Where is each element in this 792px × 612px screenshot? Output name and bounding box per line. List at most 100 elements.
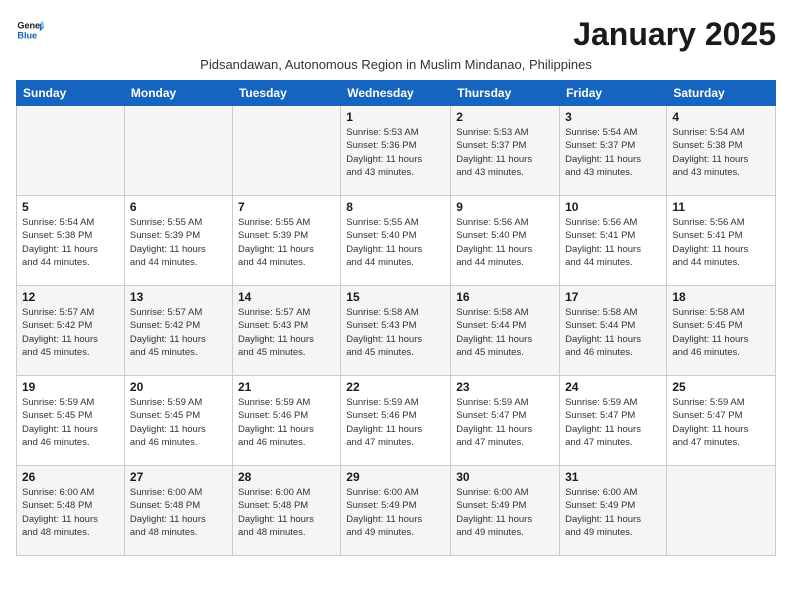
day-info: Sunrise: 6:00 AM Sunset: 5:48 PM Dayligh… [22,486,119,539]
day-number: 5 [22,200,119,214]
calendar-cell: 26 Sunrise: 6:00 AM Sunset: 5:48 PM Dayli… [17,466,125,556]
day-number: 25 [672,380,770,394]
day-number: 12 [22,290,119,304]
week-row-5: 26 Sunrise: 6:00 AM Sunset: 5:48 PM Dayli… [17,466,776,556]
svg-text:Blue: Blue [17,30,37,40]
day-number: 26 [22,470,119,484]
calendar-cell: 11 Sunrise: 5:56 AM Sunset: 5:41 PM Dayli… [667,196,776,286]
header-sunday: Sunday [17,81,125,106]
week-row-4: 19 Sunrise: 5:59 AM Sunset: 5:45 PM Dayli… [17,376,776,466]
header-saturday: Saturday [667,81,776,106]
day-number: 20 [130,380,227,394]
day-number: 13 [130,290,227,304]
day-number: 9 [456,200,554,214]
day-number: 29 [346,470,445,484]
day-number: 3 [565,110,661,124]
day-info: Sunrise: 6:00 AM Sunset: 5:49 PM Dayligh… [565,486,661,539]
day-number: 17 [565,290,661,304]
day-number: 2 [456,110,554,124]
calendar-cell: 22 Sunrise: 5:59 AM Sunset: 5:46 PM Dayli… [341,376,451,466]
day-info: Sunrise: 5:59 AM Sunset: 5:45 PM Dayligh… [22,396,119,449]
title-section: January 2025 [573,16,776,53]
day-info: Sunrise: 5:54 AM Sunset: 5:38 PM Dayligh… [672,126,770,179]
day-number: 22 [346,380,445,394]
page-header: General Blue January 2025 [16,16,776,53]
day-number: 18 [672,290,770,304]
calendar-cell: 12 Sunrise: 5:57 AM Sunset: 5:42 PM Dayli… [17,286,125,376]
calendar-cell: 23Sunrise: 5:59 AM Sunset: 5:47 PM Dayli… [451,376,560,466]
calendar-cell: 4 Sunrise: 5:54 AM Sunset: 5:38 PM Daylig… [667,106,776,196]
day-info: Sunrise: 6:00 AM Sunset: 5:48 PM Dayligh… [238,486,335,539]
calendar-cell: 10Sunrise: 5:56 AM Sunset: 5:41 PM Dayli… [560,196,667,286]
header-tuesday: Tuesday [232,81,340,106]
day-info: Sunrise: 5:55 AM Sunset: 5:39 PM Dayligh… [130,216,227,269]
day-number: 11 [672,200,770,214]
day-info: Sunrise: 5:58 AM Sunset: 5:44 PM Dayligh… [456,306,554,359]
day-number: 30 [456,470,554,484]
day-number: 7 [238,200,335,214]
day-info: Sunrise: 5:55 AM Sunset: 5:40 PM Dayligh… [346,216,445,269]
calendar-cell: 29Sunrise: 6:00 AM Sunset: 5:49 PM Dayli… [341,466,451,556]
calendar-cell: 6 Sunrise: 5:55 AM Sunset: 5:39 PM Daylig… [124,196,232,286]
day-info: Sunrise: 6:00 AM Sunset: 5:48 PM Dayligh… [130,486,227,539]
day-info: Sunrise: 6:00 AM Sunset: 5:49 PM Dayligh… [456,486,554,539]
calendar-title: January 2025 [573,16,776,53]
calendar-cell: 9 Sunrise: 5:56 AM Sunset: 5:40 PM Daylig… [451,196,560,286]
day-info: Sunrise: 5:58 AM Sunset: 5:45 PM Dayligh… [672,306,770,359]
header-monday: Monday [124,81,232,106]
day-number: 23 [456,380,554,394]
calendar-cell: 18 Sunrise: 5:58 AM Sunset: 5:45 PM Dayli… [667,286,776,376]
day-number: 6 [130,200,227,214]
day-number: 15 [346,290,445,304]
logo: General Blue [16,16,44,44]
calendar-cell: 25Sunrise: 5:59 AM Sunset: 5:47 PM Dayli… [667,376,776,466]
day-info: Sunrise: 5:53 AM Sunset: 5:36 PM Dayligh… [346,126,445,179]
subtitle: Pidsandawan, Autonomous Region in Muslim… [16,57,776,72]
week-row-2: 5Sunrise: 5:54 AM Sunset: 5:38 PM Daylig… [17,196,776,286]
day-info: Sunrise: 5:56 AM Sunset: 5:40 PM Dayligh… [456,216,554,269]
calendar-cell: 30 Sunrise: 6:00 AM Sunset: 5:49 PM Dayli… [451,466,560,556]
day-info: Sunrise: 5:53 AM Sunset: 5:37 PM Dayligh… [456,126,554,179]
day-number: 21 [238,380,335,394]
calendar-cell: 19 Sunrise: 5:59 AM Sunset: 5:45 PM Dayli… [17,376,125,466]
calendar-cell [17,106,125,196]
calendar-cell: 17 Sunrise: 5:58 AM Sunset: 5:44 PM Dayli… [560,286,667,376]
day-number: 31 [565,470,661,484]
day-number: 24 [565,380,661,394]
header-friday: Friday [560,81,667,106]
day-info: Sunrise: 5:59 AM Sunset: 5:46 PM Dayligh… [346,396,445,449]
day-info: Sunrise: 5:54 AM Sunset: 5:37 PM Dayligh… [565,126,661,179]
week-row-3: 12 Sunrise: 5:57 AM Sunset: 5:42 PM Dayli… [17,286,776,376]
logo-icon: General Blue [16,16,44,44]
day-info: Sunrise: 5:57 AM Sunset: 5:42 PM Dayligh… [130,306,227,359]
day-info: Sunrise: 5:59 AM Sunset: 5:46 PM Dayligh… [238,396,335,449]
calendar-cell: 28Sunrise: 6:00 AM Sunset: 5:48 PM Dayli… [232,466,340,556]
day-info: Sunrise: 5:57 AM Sunset: 5:42 PM Dayligh… [22,306,119,359]
calendar-cell: 14Sunrise: 5:57 AM Sunset: 5:43 PM Dayli… [232,286,340,376]
day-number: 8 [346,200,445,214]
calendar-cell: 7 Sunrise: 5:55 AM Sunset: 5:39 PM Daylig… [232,196,340,286]
day-info: Sunrise: 5:56 AM Sunset: 5:41 PM Dayligh… [565,216,661,269]
calendar-cell: 24 Sunrise: 5:59 AM Sunset: 5:47 PM Dayli… [560,376,667,466]
header-row: SundayMondayTuesdayWednesdayThursdayFrid… [17,81,776,106]
day-info: Sunrise: 5:55 AM Sunset: 5:39 PM Dayligh… [238,216,335,269]
calendar-cell [124,106,232,196]
calendar-cell: 1 Sunrise: 5:53 AM Sunset: 5:36 PM Daylig… [341,106,451,196]
day-info: Sunrise: 5:59 AM Sunset: 5:45 PM Dayligh… [130,396,227,449]
calendar-cell [232,106,340,196]
day-info: Sunrise: 5:56 AM Sunset: 5:41 PM Dayligh… [672,216,770,269]
calendar-cell: 13 Sunrise: 5:57 AM Sunset: 5:42 PM Dayli… [124,286,232,376]
day-info: Sunrise: 5:58 AM Sunset: 5:44 PM Dayligh… [565,306,661,359]
calendar-cell: 27Sunrise: 6:00 AM Sunset: 5:48 PM Dayli… [124,466,232,556]
day-number: 4 [672,110,770,124]
day-info: Sunrise: 5:59 AM Sunset: 5:47 PM Dayligh… [565,396,661,449]
calendar-cell: 21 Sunrise: 5:59 AM Sunset: 5:46 PM Dayli… [232,376,340,466]
header-wednesday: Wednesday [341,81,451,106]
day-number: 19 [22,380,119,394]
week-row-1: 1 Sunrise: 5:53 AM Sunset: 5:36 PM Daylig… [17,106,776,196]
day-number: 1 [346,110,445,124]
calendar-cell: 2 Sunrise: 5:53 AM Sunset: 5:37 PM Daylig… [451,106,560,196]
calendar-cell: 8 Sunrise: 5:55 AM Sunset: 5:40 PM Daylig… [341,196,451,286]
calendar-cell: 5Sunrise: 5:54 AM Sunset: 5:38 PM Daylig… [17,196,125,286]
calendar-table: SundayMondayTuesdayWednesdayThursdayFrid… [16,80,776,556]
